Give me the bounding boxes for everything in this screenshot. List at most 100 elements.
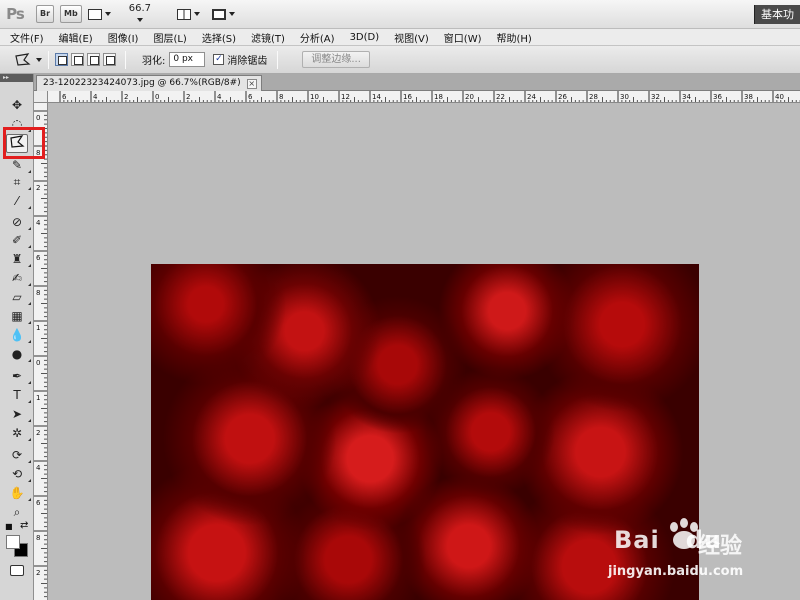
ruler-label: 2 [36,184,40,192]
ruler-label: 20 [465,93,474,101]
ruler-label: 28 [589,93,598,101]
quick-mask-icon[interactable] [10,565,24,576]
ruler-label: 4 [93,93,98,101]
menu-edit[interactable]: 编辑(E) [49,30,98,45]
document-tab[interactable]: 23-12022323424073.jpg @ 66.7%(RGB/8#) × [36,75,262,91]
document-tab-bar: 23-12022323424073.jpg @ 66.7%(RGB/8#) × [34,74,800,91]
bridge-button[interactable]: Br [36,5,55,23]
ruler-label: 14 [372,93,381,101]
new-selection-button[interactable] [55,53,68,66]
dodge-tool-icon[interactable]: ● [6,345,31,364]
arrange-documents-dropdown[interactable] [176,8,200,20]
application-bar: Ps Br Mb 66.7 基本功 [0,0,800,29]
close-icon[interactable]: × [246,78,257,89]
ruler-label: 22 [496,93,505,101]
ruler-label: 6 [248,93,253,101]
antialias-checkbox[interactable]: ✓ [213,54,225,65]
mini-bridge-button[interactable]: Mb [60,5,82,23]
move-tool-icon[interactable]: ✥ [6,96,28,115]
antialias-label: 消除锯齿 [227,56,268,67]
3d-orbit-tool-icon[interactable]: ⟲ [6,465,31,484]
screen-mode-dropdown[interactable] [211,8,235,20]
menu-image[interactable]: 图像(I) [98,30,144,45]
path-selection-tool-icon[interactable]: ➤ [6,405,31,424]
chevron-down-icon [104,12,111,16]
baidu-jingyan-watermark: Bai du 经验 jingyan.baidu.com [600,518,800,600]
clone-stamp-tool-icon[interactable]: ♜ [6,250,31,269]
ruler-label: 32 [651,93,660,101]
ruler-label: 10 [310,93,319,101]
zoom-level-dropdown[interactable]: 66.7 [129,3,167,25]
menu-file[interactable]: 文件(F) [0,30,49,45]
vertical-ruler[interactable]: 08246810124682 [34,103,48,600]
ruler-origin[interactable] [34,91,48,103]
polygonal-lasso-icon [15,52,31,66]
blur-tool-icon[interactable]: 💧 [6,326,31,345]
history-brush-tool-icon[interactable]: ✍ [6,269,31,288]
menu-help[interactable]: 帮助(H) [487,30,537,45]
subtract-from-selection-button[interactable] [87,53,100,66]
ruler-label: 6 [36,499,41,507]
add-to-selection-button[interactable] [71,53,84,66]
divider [125,50,126,69]
healing-brush-tool-icon[interactable]: ⊘ [6,213,31,232]
menu-view[interactable]: 视图(V) [384,30,434,45]
feather-label: 羽化: [142,56,166,67]
menu-filter[interactable]: 滤镜(T) [241,30,290,45]
ruler-label: 12 [341,93,350,101]
ruler-label: 8 [36,289,40,297]
eyedropper-tool-icon[interactable]: ⁄ [6,192,31,211]
swap-colors-icon[interactable]: ⇄ [20,520,28,531]
menu-layer[interactable]: 图层(L) [143,30,191,45]
horizontal-ruler-ticks: 6 4 2 0 2 4 6 8 10 12 14 16 18 20 22 24 26 28 30 32 34 36 38 40… [59,91,800,102]
refine-edge-button[interactable]: 调整边缘... [302,51,370,68]
ruler-label: 2 [186,93,190,101]
3d-rotate-tool-icon[interactable]: ⟳ [6,446,31,465]
pen-tool-icon[interactable]: ✒ [6,367,31,386]
brush-tool-icon[interactable]: ✐ [6,231,31,250]
ruler-label: 18 [434,93,443,101]
type-tool-icon[interactable]: T [6,386,31,405]
menu-analysis[interactable]: 分析(A) [290,30,340,45]
workspace-switcher[interactable]: 基本功 [754,5,800,24]
view-extras-icon [87,8,102,20]
ruler-label: 2 [36,569,40,577]
tool-preset-picker[interactable] [14,52,42,67]
foreground-color-swatch[interactable] [6,535,20,549]
hand-tool-icon[interactable]: ✋ [6,484,31,503]
antialias-option[interactable]: ✓ 消除锯齿 [213,52,267,67]
intersect-selection-button[interactable] [103,53,116,66]
menu-3d[interactable]: 3D(D) [340,32,385,43]
ruler-label: 40 [775,93,784,101]
ruler-label: 8 [36,534,40,542]
ruler-label: 36 [713,93,722,101]
gradient-tool-icon[interactable]: ▦ [6,307,31,326]
ruler-label: 4 [36,464,41,472]
toolbox-collapse-handle[interactable]: ▸▸ [0,74,33,82]
chevron-down-icon [136,18,143,22]
arrange-documents-icon [176,8,191,20]
ruler-label: 0 [36,114,40,122]
ruler-label: 26 [558,93,567,101]
default-colors-icon[interactable]: ■ [5,522,13,531]
ruler-label: 6 [36,254,41,262]
ruler-label: 1 [36,394,40,402]
menu-window[interactable]: 窗口(W) [434,30,487,45]
crop-tool-icon[interactable]: ⌗ [6,173,31,192]
options-bar: 羽化: 0 px ✓ 消除锯齿 调整边缘... [0,46,800,74]
ruler-label: 0 [36,359,40,367]
photoshop-logo: Ps [6,5,25,23]
horizontal-ruler[interactable]: 6 4 2 0 2 4 6 8 10 12 14 16 18 20 22 24 26 28 30 32 34 36 38 40… [48,91,800,103]
selected-tool-highlight [3,127,45,159]
view-extras-dropdown[interactable] [87,8,111,20]
document-tab-title: 23-12022323424073.jpg @ 66.7%(RGB/8#) [43,78,241,88]
chevron-down-icon [228,12,235,16]
ruler-label: 30 [620,93,629,101]
menu-select[interactable]: 选择(S) [192,30,241,45]
feather-input[interactable]: 0 px [169,52,206,67]
eraser-tool-icon[interactable]: ▱ [6,288,31,307]
ruler-label: 0 [155,93,159,101]
ruler-label: 2 [124,93,128,101]
divider [48,50,49,69]
shape-tool-icon[interactable]: ✲ [6,424,31,443]
